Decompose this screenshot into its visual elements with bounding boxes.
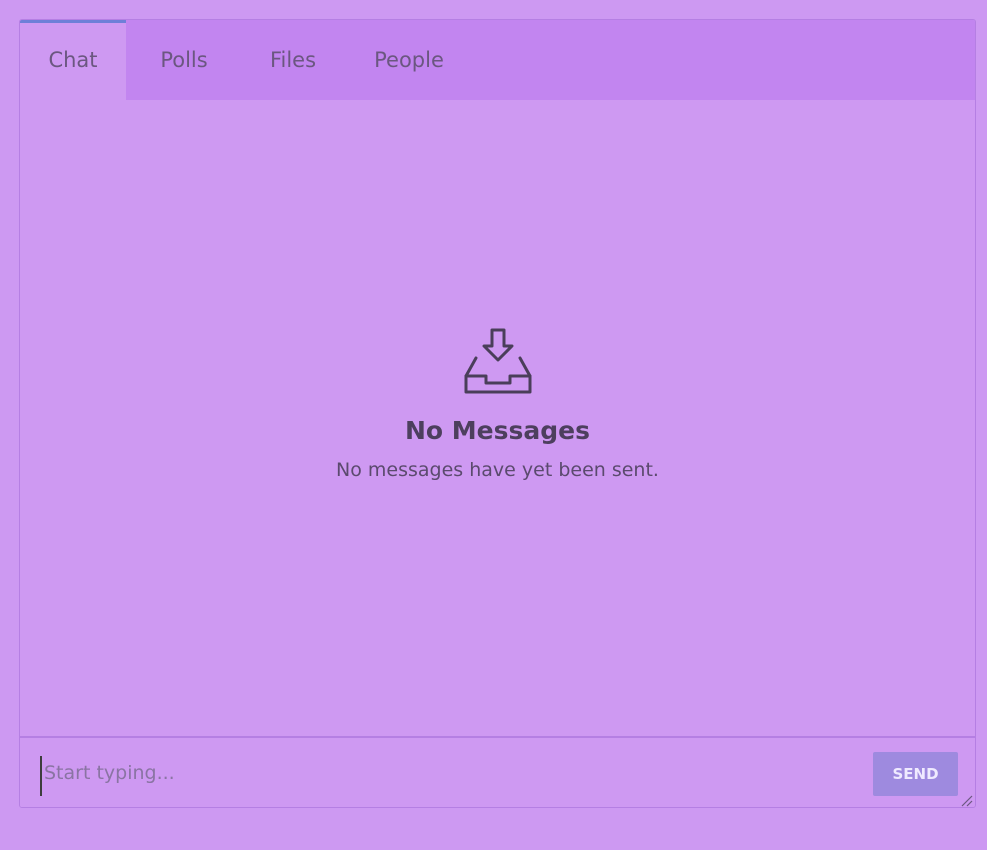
tab-files[interactable]: Files [242, 20, 344, 100]
tab-people[interactable]: People [344, 20, 474, 100]
inbox-download-icon [464, 328, 531, 394]
resize-handle-icon[interactable] [959, 793, 973, 807]
tab-bar: Chat Polls Files People [20, 20, 975, 100]
empty-state-subtitle: No messages have yet been sent. [336, 459, 659, 481]
tab-chat[interactable]: Chat [20, 20, 126, 100]
empty-state-title: No Messages [405, 416, 590, 445]
message-composer: SEND [20, 736, 975, 807]
tab-polls[interactable]: Polls [126, 20, 242, 100]
empty-state: No Messages No messages have yet been se… [20, 320, 975, 481]
chat-panel: Chat Polls Files People No Messages No m… [19, 19, 976, 808]
message-input[interactable] [40, 756, 840, 796]
send-button[interactable]: SEND [873, 752, 958, 796]
